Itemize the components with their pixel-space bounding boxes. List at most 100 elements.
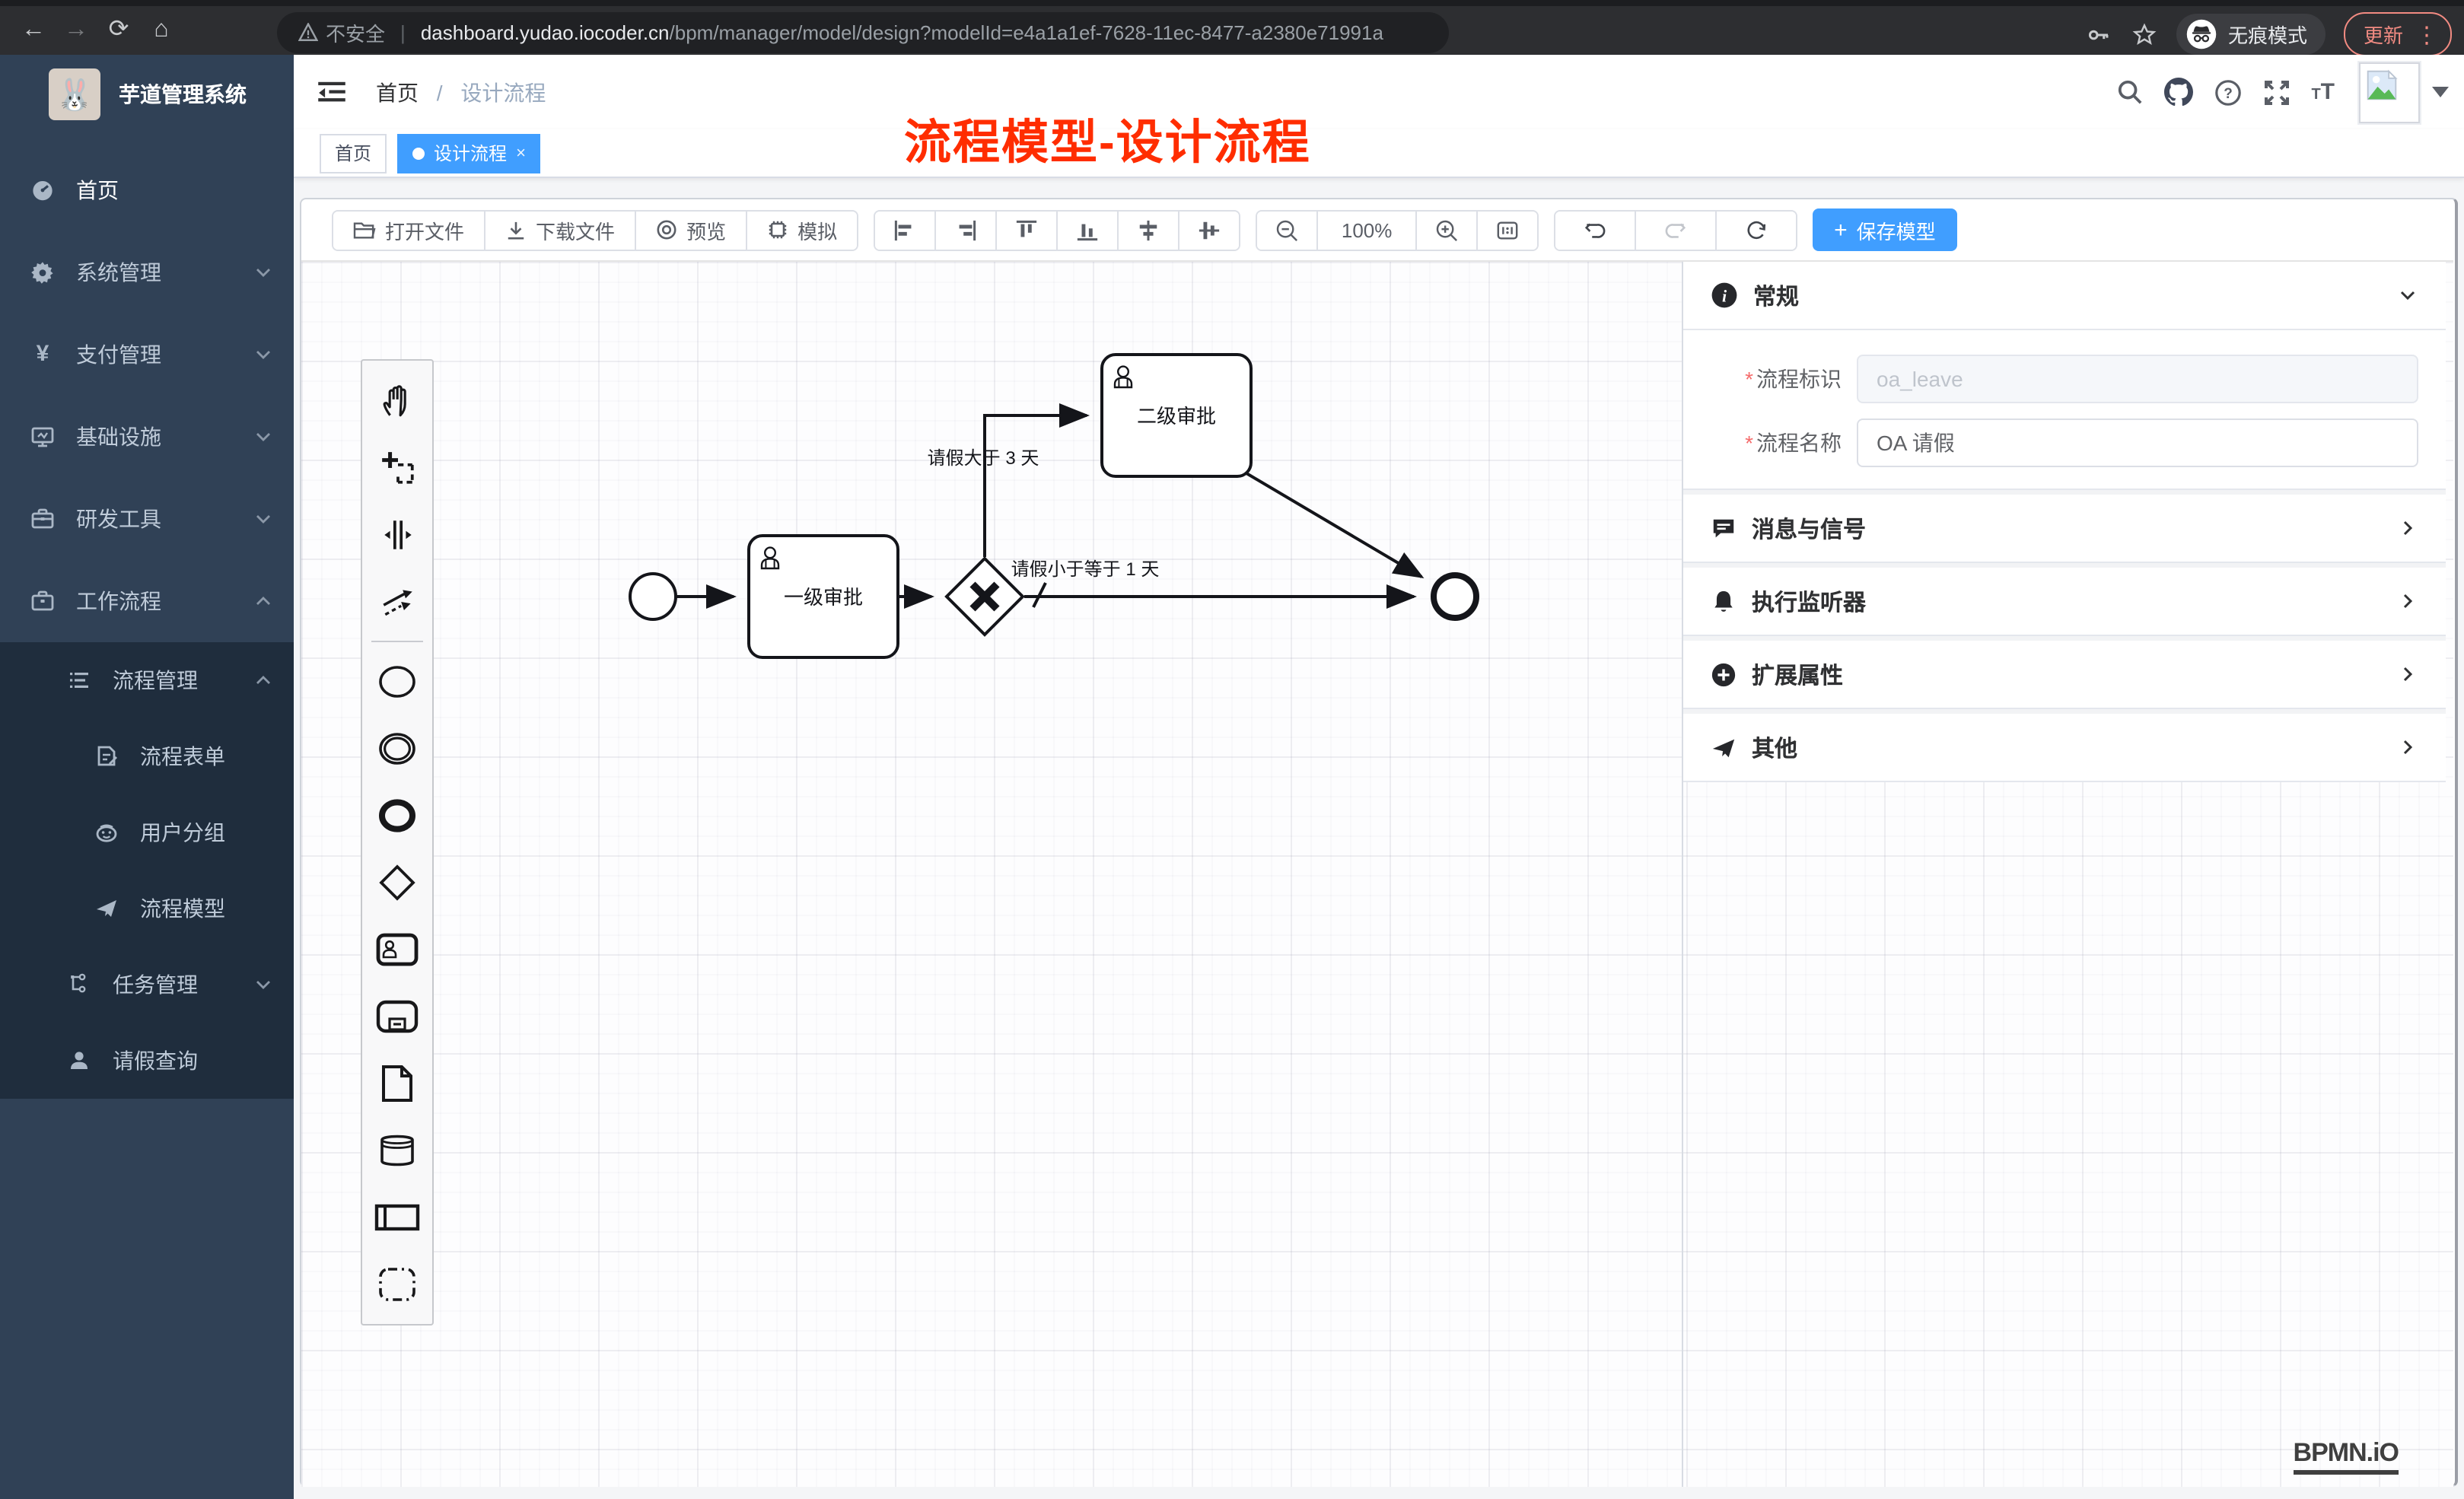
browser-forward-button[interactable]: → bbox=[55, 6, 97, 55]
align-top-button[interactable] bbox=[997, 211, 1058, 249]
section-extension-properties[interactable]: 扩展属性 bbox=[1683, 641, 2446, 708]
sidebar-item-leave-query[interactable]: 请假查询 bbox=[0, 1023, 294, 1099]
browser-back-button[interactable]: ← bbox=[12, 6, 55, 55]
bpmn-canvas[interactable]: 请假大于 3 天 请假小于等于 1 天 一级审批 bbox=[301, 260, 2453, 1487]
align-bottom-button[interactable] bbox=[1058, 211, 1119, 249]
sidebar-item-label: 任务管理 bbox=[113, 969, 198, 1000]
tab-design-process[interactable]: 设计流程 × bbox=[397, 133, 541, 173]
tab-label: 设计流程 bbox=[434, 140, 507, 166]
simulate-button[interactable]: 模拟 bbox=[747, 211, 857, 249]
create-group[interactable] bbox=[362, 1251, 432, 1318]
bpmn-io-watermark[interactable]: BPMN.iO bbox=[2294, 1438, 2399, 1475]
section-listeners[interactable]: 执行监听器 bbox=[1683, 568, 2446, 635]
app-header: 首页 / 设计流程 ? TT bbox=[294, 55, 2464, 129]
tab-close-icon[interactable]: × bbox=[516, 144, 526, 162]
properties-panel: i 常规 *流程标识 *流程名称 bbox=[1682, 262, 2446, 1487]
sidebar-item-label: 首页 bbox=[76, 175, 119, 205]
create-data-object[interactable] bbox=[362, 1050, 432, 1117]
password-key-icon[interactable] bbox=[2085, 21, 2112, 48]
flow-label-le1[interactable]: 请假小于等于 1 天 bbox=[1011, 559, 1160, 580]
caret-down-icon[interactable] bbox=[2432, 86, 2449, 98]
align-horizontal-center-button[interactable] bbox=[1179, 211, 1239, 249]
github-icon[interactable] bbox=[2163, 78, 2192, 107]
sidebar-item-task-manage[interactable]: 任务管理 bbox=[0, 947, 294, 1023]
sidebar-item-system[interactable]: 系统管理 bbox=[0, 231, 294, 313]
zoom-reset-button[interactable] bbox=[1478, 211, 1537, 249]
section-other[interactable]: 其他 bbox=[1683, 714, 2446, 781]
breadcrumb-home[interactable]: 首页 bbox=[376, 80, 419, 104]
process-key-input[interactable] bbox=[1857, 355, 2418, 403]
person-icon bbox=[67, 1049, 91, 1073]
align-right-button[interactable] bbox=[936, 211, 997, 249]
align-vertical-center-button[interactable] bbox=[1119, 211, 1179, 249]
chevron-down-icon bbox=[254, 345, 272, 364]
file-button-group: 打开文件 下载文件 预览 模拟 bbox=[332, 209, 858, 250]
sidebar-item-process-manage[interactable]: 流程管理 bbox=[0, 642, 294, 718]
breadcrumb-current: 设计流程 bbox=[460, 80, 546, 104]
sidebar-item-payment[interactable]: ¥ 支付管理 bbox=[0, 313, 294, 396]
browser-home-button[interactable]: ⌂ bbox=[140, 6, 183, 55]
sidebar-item-process-model[interactable]: 流程模型 bbox=[0, 870, 294, 947]
sidebar-item-home[interactable]: 首页 bbox=[0, 149, 294, 231]
open-file-button[interactable]: 打开文件 bbox=[333, 211, 485, 249]
redo-button[interactable] bbox=[1636, 211, 1717, 249]
zoom-in-button[interactable] bbox=[1417, 211, 1478, 249]
bookmark-star-icon[interactable] bbox=[2131, 21, 2158, 48]
browser-update-button[interactable]: 更新 ⋮ bbox=[2344, 12, 2452, 56]
preview-button[interactable]: 预览 bbox=[636, 211, 747, 249]
start-event[interactable] bbox=[630, 574, 676, 619]
section-general[interactable]: i 常规 bbox=[1683, 262, 2446, 329]
restart-button[interactable] bbox=[1717, 211, 1796, 249]
sidebar-item-devtools[interactable]: 研发工具 bbox=[0, 478, 294, 560]
chevron-down-icon bbox=[2397, 285, 2418, 306]
user-task-first[interactable]: 一级审批 bbox=[749, 536, 898, 657]
info-icon: i bbox=[1711, 282, 1738, 309]
sidebar-item-user-group[interactable]: 用户分组 bbox=[0, 794, 294, 870]
help-icon[interactable]: ? bbox=[2214, 78, 2241, 106]
url-host: dashboard.yudao.iocoder.cn bbox=[421, 21, 670, 44]
branch-icon bbox=[67, 972, 91, 997]
sidebar-item-workflow[interactable]: 工作流程 bbox=[0, 560, 294, 642]
breadcrumb-separator: / bbox=[437, 80, 443, 104]
search-icon[interactable] bbox=[2116, 79, 2142, 105]
font-size-icon[interactable]: TT bbox=[2311, 79, 2335, 105]
flow-label-gt3[interactable]: 请假大于 3 天 bbox=[928, 448, 1039, 469]
button-label: 保存模型 bbox=[1857, 215, 1936, 244]
section-messages[interactable]: 消息与信号 bbox=[1683, 495, 2446, 562]
not-secure-warning-icon bbox=[298, 23, 318, 43]
end-event[interactable] bbox=[1434, 575, 1476, 618]
sidebar-item-label: 系统管理 bbox=[76, 257, 161, 288]
tab-label: 首页 bbox=[335, 140, 371, 166]
browser-reload-button[interactable]: ⟳ bbox=[97, 6, 140, 55]
chevron-up-icon bbox=[254, 592, 272, 610]
create-participant[interactable] bbox=[362, 1184, 432, 1251]
sidebar-item-infrastructure[interactable]: 基础设施 bbox=[0, 396, 294, 478]
undo-button[interactable] bbox=[1555, 211, 1636, 249]
chevron-right-icon bbox=[2397, 590, 2418, 612]
user-task-second[interactable]: 二级审批 bbox=[1102, 355, 1251, 476]
address-bar[interactable]: 不安全 | dashboard.yudao.iocoder.cn/bpm/man… bbox=[277, 12, 1449, 53]
align-left-button[interactable] bbox=[875, 211, 936, 249]
sidebar-item-label: 研发工具 bbox=[76, 504, 161, 534]
gear-icon bbox=[30, 260, 55, 285]
process-name-input[interactable] bbox=[1857, 419, 2418, 467]
download-file-button[interactable]: 下载文件 bbox=[485, 211, 636, 249]
browser-menu-icon[interactable]: ⋮ bbox=[2415, 21, 2438, 48]
avatar[interactable] bbox=[2359, 62, 2420, 123]
save-model-button[interactable]: + 保存模型 bbox=[1813, 208, 1957, 251]
flow-task2-to-end[interactable] bbox=[1246, 473, 1421, 577]
field-label: 流程标识 bbox=[1756, 367, 1842, 391]
sidebar-item-label: 流程模型 bbox=[140, 893, 225, 924]
tab-home[interactable]: 首页 bbox=[320, 133, 387, 173]
chevron-down-icon bbox=[254, 975, 272, 994]
svg-text:?: ? bbox=[2224, 85, 2233, 101]
zoom-out-button[interactable] bbox=[1257, 211, 1318, 249]
flow-gateway-to-task2[interactable] bbox=[985, 415, 1087, 557]
download-icon bbox=[505, 220, 527, 240]
chevron-down-icon bbox=[254, 510, 272, 528]
chevron-down-icon bbox=[254, 263, 272, 282]
fullscreen-icon[interactable] bbox=[2262, 78, 2290, 106]
create-data-store[interactable] bbox=[362, 1117, 432, 1184]
sidebar-item-process-form[interactable]: 流程表单 bbox=[0, 718, 294, 794]
sidebar-fold-icon[interactable] bbox=[318, 80, 345, 104]
